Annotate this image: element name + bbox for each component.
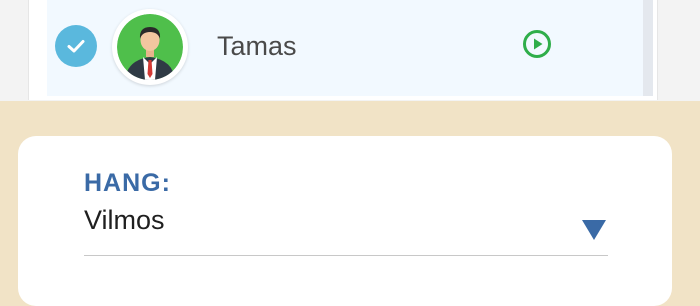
select-value[interactable]: Vilmos	[84, 204, 165, 236]
check-icon[interactable]	[55, 25, 97, 67]
field-label: HANG:	[84, 169, 171, 197]
scrollbar[interactable]	[643, 0, 653, 96]
triangle-down-icon[interactable]	[580, 218, 608, 242]
field-underline	[84, 255, 608, 256]
contact-name: Tamas	[217, 31, 297, 61]
play-circle-icon[interactable]	[522, 29, 552, 59]
avatar	[112, 9, 188, 85]
businessman-avatar-icon	[117, 14, 183, 80]
